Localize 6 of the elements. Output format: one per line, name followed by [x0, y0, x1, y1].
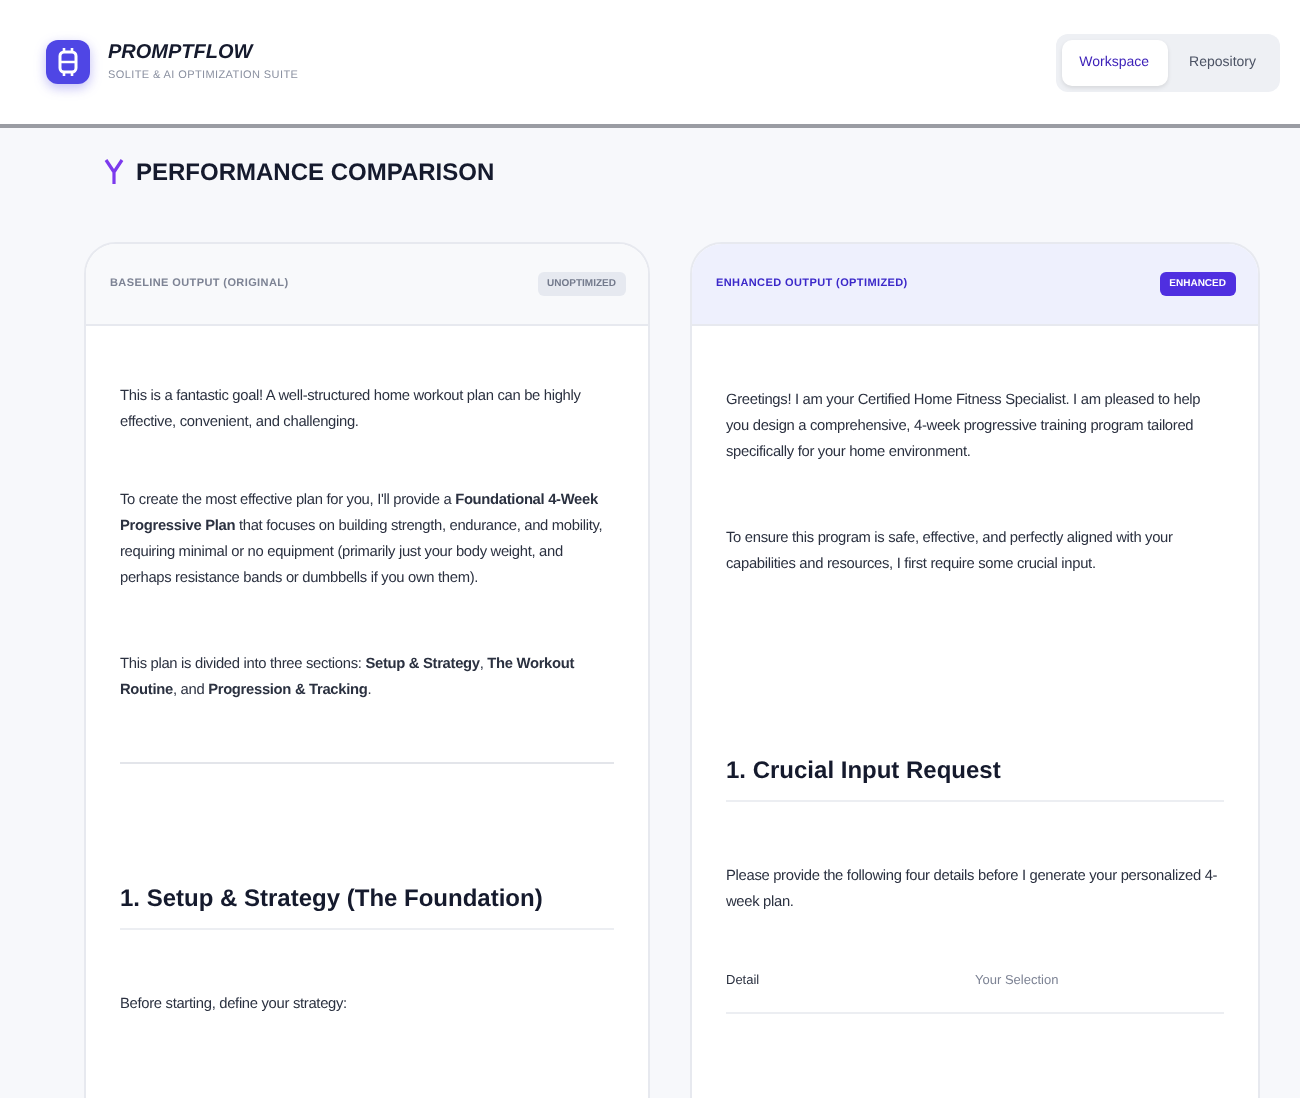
fork-icon [104, 158, 124, 186]
section-title: PERFORMANCE COMPARISON [136, 158, 495, 186]
logo-icon [46, 40, 90, 84]
section-heading: 1. Crucial Input Request [726, 756, 1224, 802]
app-name: PROMPTFLOW [108, 42, 256, 64]
section-heading: 1. Setup & Strategy (The Foundation) [120, 884, 614, 930]
